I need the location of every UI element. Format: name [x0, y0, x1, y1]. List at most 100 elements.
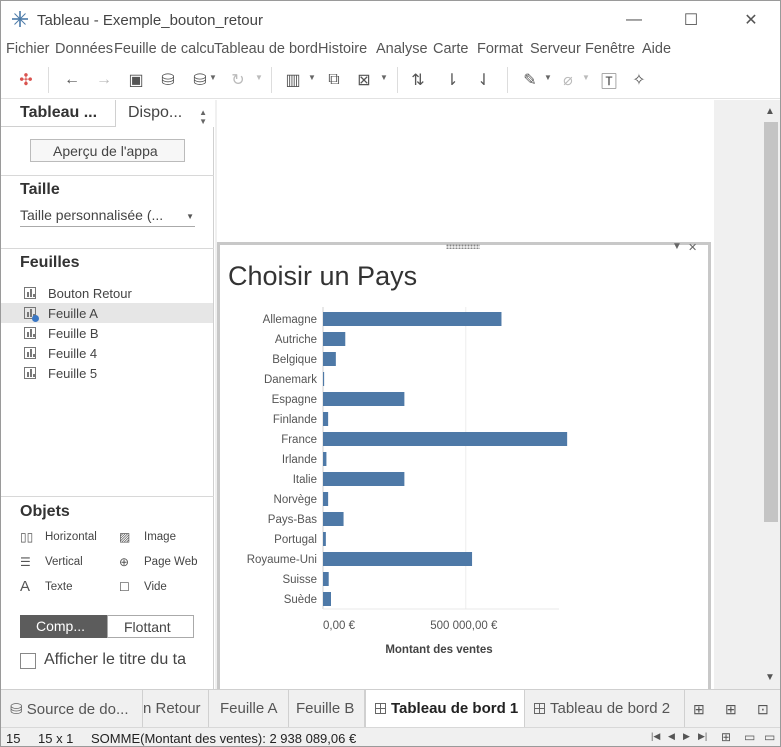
side-panel-tabs: Tableau ... Dispo... ▲ ▼ [1, 100, 214, 127]
show-title-label: Afficher le titre du ta [44, 651, 186, 668]
x-tick-label-1: 500 000,00 € [430, 620, 498, 632]
tab-feuille-a[interactable]: Feuille A [209, 690, 289, 728]
sheet-tab-bar: ⛁ Source de do... n Retour Feuille A Feu… [1, 689, 780, 728]
zone-menu-chevron-icon[interactable]: ▼ [672, 241, 682, 252]
sheet-icon [24, 347, 36, 359]
sheet-item-feuille-b[interactable]: Feuille B [1, 323, 213, 343]
tab-dashboard[interactable]: Tableau ... [1, 100, 115, 127]
chevron-down-icon[interactable]: ▼ [582, 73, 590, 82]
menu-carte[interactable]: Carte [433, 41, 468, 57]
highlight-icon[interactable]: ✎ [519, 69, 541, 91]
x-tick-label-0: 0,00 € [323, 620, 356, 632]
tableau-home-icon[interactable]: ✣ [15, 69, 37, 91]
menu-tableau-de-bord[interactable]: Tableau de bord [214, 41, 318, 57]
horizontal-container-icon: ▯▯ [20, 530, 34, 544]
clear-sheet-icon[interactable]: ⊠ [353, 69, 375, 91]
scroll-up-icon[interactable]: ▲ [765, 106, 775, 117]
menu-serveur[interactable]: Serveur [530, 41, 581, 57]
tableau-logo-icon [12, 11, 28, 27]
show-sheet-sorter-icon[interactable]: ⊞ [721, 730, 731, 744]
pause-updates-icon[interactable]: ⛁ [189, 69, 211, 91]
device-preview-button[interactable]: Aperçu de l'appa [30, 139, 185, 162]
menu-fenetre[interactable]: Fenêtre [585, 41, 635, 57]
show-filmstrip-icon[interactable]: ▭ [744, 730, 755, 744]
text-icon: A [20, 578, 31, 595]
next-sheet-icon[interactable]: ▶ [683, 731, 690, 742]
menu-analyse[interactable]: Analyse [376, 41, 428, 57]
blank-icon: ☐ [119, 580, 130, 594]
chevron-down-icon[interactable]: ▼ [544, 73, 552, 82]
new-worksheet-icon[interactable]: ⊞ [693, 701, 705, 718]
new-dashboard-icon[interactable]: ⊞ [725, 701, 737, 718]
sheet-zone-feuille-a[interactable]: ▼ ✕ Choisir un Pays Allemagne Autriche Bel… [217, 241, 711, 689]
category-label-14: Suède [284, 594, 317, 606]
tab-layout[interactable]: Dispo... ▲ ▼ [115, 100, 214, 127]
sheet-label: Feuille 5 [48, 366, 98, 381]
tab-data-source[interactable]: ⛁ Source de do... [1, 690, 143, 728]
in-use-check-icon [32, 315, 39, 322]
tab-feuille-b[interactable]: Feuille B [289, 690, 365, 728]
tab-tableau-de-bord-1[interactable]: Tableau de bord 1 [365, 690, 525, 728]
refresh-icon[interactable]: ↻ [227, 69, 249, 91]
checkbox-icon[interactable] [20, 653, 36, 669]
remove-zone-icon[interactable]: ✕ [688, 241, 697, 254]
scrollbar-thumb[interactable] [764, 122, 778, 522]
bar-2 [323, 352, 336, 366]
menu-donnees[interactable]: Données [55, 41, 113, 57]
vertical-scrollbar[interactable]: ▲ ▼ [761, 100, 780, 689]
chevron-down-icon[interactable]: ▼ [308, 73, 316, 82]
sheet-item-feuille-5[interactable]: Feuille 5 [1, 363, 213, 383]
category-label-2: Belgique [272, 354, 317, 366]
menu-histoire[interactable]: Histoire [318, 41, 367, 57]
save-icon[interactable]: ▣ [125, 69, 147, 91]
object-label: Vertical [45, 556, 83, 568]
size-dropdown[interactable]: Taille personnalisée (... ▼ [20, 207, 195, 227]
divider [1, 496, 214, 497]
maximize-icon[interactable]: ☐ [671, 7, 711, 33]
tab-bouton-retour[interactable]: n Retour [143, 690, 209, 728]
close-icon[interactable]: ✕ [731, 7, 771, 33]
menu-fichier[interactable]: Fichier [6, 41, 50, 57]
menu-aide[interactable]: Aide [642, 41, 671, 57]
sheet-label: Feuille B [48, 326, 99, 341]
sort-descending-icon[interactable]: ⇃ [473, 69, 495, 91]
divider [1, 175, 214, 176]
group-members-icon[interactable]: ⌀ [557, 69, 579, 91]
show-tabs-icon[interactable]: ▭ [764, 730, 775, 744]
first-sheet-icon[interactable]: |◀ [651, 731, 660, 742]
chevron-down-icon[interactable]: ▼ [209, 73, 217, 82]
bar-11 [323, 532, 326, 546]
sheet-item-bouton-retour[interactable]: Bouton Retour [1, 283, 213, 303]
divider [1, 248, 214, 249]
toolbar-separator [397, 67, 398, 93]
duplicate-sheet-icon[interactable]: ⧉ [323, 69, 345, 91]
floating-toggle[interactable]: Flottant [107, 615, 194, 638]
menu-format[interactable]: Format [477, 41, 523, 57]
minimize-icon[interactable]: — [614, 7, 654, 33]
sheet-item-feuille-4[interactable]: Feuille 4 [1, 343, 213, 363]
bar-9 [323, 492, 329, 506]
drag-handle-icon[interactable] [446, 244, 480, 249]
sheet-item-feuille-a[interactable]: Feuille A [1, 303, 213, 323]
new-datasource-icon[interactable]: ⛁ [157, 69, 179, 91]
tab-label: Source de do... [26, 701, 129, 718]
chevron-down-icon[interactable]: ▼ [380, 73, 388, 82]
menu-feuille[interactable]: Feuille de calcul [114, 41, 214, 57]
scroll-down-icon[interactable]: ▼ [765, 672, 775, 683]
chevron-down-icon[interactable]: ▼ [255, 73, 263, 82]
prev-sheet-icon[interactable]: ◀ [668, 731, 675, 742]
sort-ascending-icon[interactable]: ⇂ [441, 69, 463, 91]
category-label-7: Irlande [282, 454, 317, 466]
new-worksheet-icon[interactable]: ▥ [282, 69, 304, 91]
new-story-icon[interactable]: ⊡ [757, 701, 769, 718]
tiled-toggle[interactable]: Comp... [20, 615, 107, 638]
show-labels-icon[interactable]: 🅃 [598, 69, 620, 91]
bar-7 [323, 452, 327, 466]
swap-rows-columns-icon[interactable]: ⇅ [407, 69, 429, 91]
show-title-checkbox[interactable]: Afficher le titre du ta [20, 651, 214, 673]
undo-icon[interactable]: ← [61, 69, 83, 91]
last-sheet-icon[interactable]: ▶| [698, 731, 707, 742]
tab-tableau-de-bord-2[interactable]: Tableau de bord 2 [525, 690, 685, 728]
redo-icon[interactable]: → [93, 69, 115, 91]
pin-icon[interactable]: ✧ [628, 69, 650, 91]
